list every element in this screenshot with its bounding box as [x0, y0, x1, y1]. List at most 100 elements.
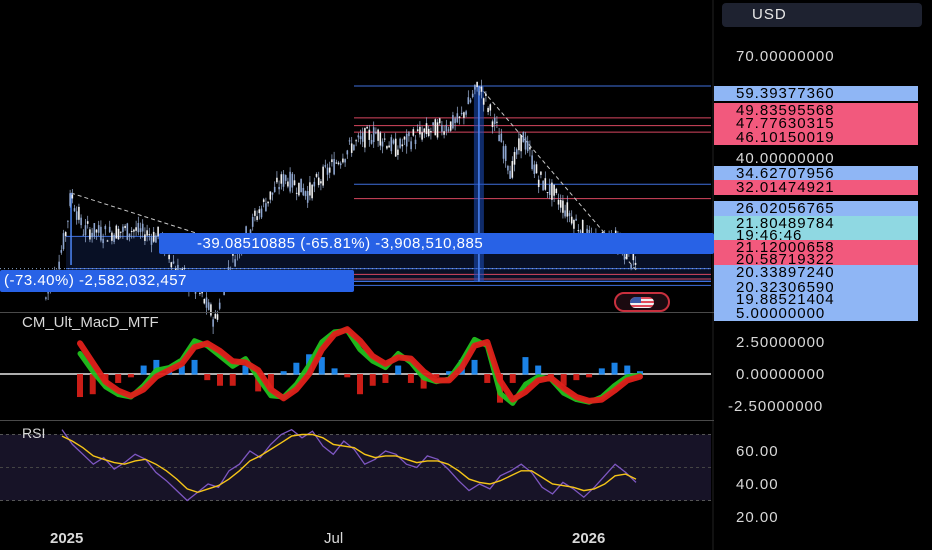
macd-histogram-bar — [191, 359, 198, 375]
candle-body — [348, 140, 351, 142]
candle-body — [119, 231, 122, 233]
candle-body — [293, 180, 296, 186]
price-tag: 59.39377360 — [714, 86, 918, 101]
candle-body — [317, 177, 320, 186]
candle-body — [353, 144, 355, 151]
candle-body — [172, 261, 175, 264]
candle-body — [509, 170, 511, 179]
candle-body — [115, 225, 118, 239]
candle-body — [370, 139, 373, 144]
candle-body — [117, 228, 120, 240]
candle-body — [135, 227, 137, 231]
time-axis-label: 2026 — [572, 530, 606, 547]
candle-body — [544, 178, 547, 190]
currency-button[interactable]: USD — [722, 3, 922, 27]
candle-body — [218, 302, 221, 309]
candle-body — [139, 228, 142, 232]
macd-histogram-bar — [509, 374, 516, 383]
price-tag: 5.00000000 — [714, 306, 918, 321]
macd-indicator-title[interactable]: CM_Ult_MacD_MTF — [22, 314, 159, 331]
candle-body — [150, 237, 153, 245]
candle-body — [430, 131, 432, 133]
candle-body — [234, 259, 236, 267]
candle-body — [381, 141, 384, 147]
candle-body — [412, 129, 415, 136]
candle-body — [155, 235, 157, 243]
candle-body — [126, 223, 129, 240]
candle-body — [64, 232, 67, 237]
candle-body — [302, 187, 305, 196]
candle-body — [306, 191, 309, 203]
pane-separator[interactable] — [0, 312, 714, 313]
candle-body — [262, 199, 265, 202]
macd-histogram-bar — [586, 374, 593, 378]
candle-body — [410, 141, 412, 150]
candle-body — [548, 184, 551, 195]
candle-body — [128, 233, 131, 237]
candle-body — [377, 129, 379, 141]
candle-body — [478, 91, 481, 95]
candle-body — [346, 150, 349, 155]
candle-body — [342, 158, 344, 163]
candle-body — [300, 178, 302, 193]
candle-body — [339, 163, 342, 166]
candle-body — [513, 152, 516, 165]
candle-body — [507, 165, 509, 171]
macd-histogram-bar — [484, 374, 491, 383]
candle-body — [73, 208, 76, 212]
price-tag: 32.01474921 — [714, 180, 918, 195]
candle-body — [467, 97, 470, 105]
candle-body — [328, 167, 331, 173]
candle-body — [111, 232, 113, 241]
candle-body — [273, 186, 276, 193]
macd-histogram-bar — [229, 374, 236, 386]
macd-histogram-bar — [204, 374, 211, 381]
candle-body — [414, 139, 417, 145]
chart-stage: USD 70.00000000 40.00000000 59.39377360 4… — [0, 0, 932, 550]
us-flag-icon[interactable] — [614, 292, 670, 312]
candle-body — [148, 234, 151, 236]
candle-body — [394, 138, 397, 157]
candle-body — [146, 230, 148, 236]
candle-body — [454, 118, 456, 124]
candle-body — [280, 174, 283, 184]
candle-body — [529, 147, 531, 150]
candle-body — [212, 319, 214, 327]
candle-body — [113, 234, 115, 242]
candle-body — [566, 202, 569, 217]
candle-body — [634, 262, 637, 265]
candle-body — [445, 124, 448, 132]
candle-body — [97, 225, 100, 233]
currency-label: USD — [752, 6, 787, 23]
candle-body — [106, 240, 109, 242]
candle-body — [289, 171, 291, 192]
candle-body — [403, 136, 406, 140]
candle-body — [199, 292, 201, 294]
macd-axis-tick: -2.50000000 — [728, 398, 824, 415]
candle-body — [436, 122, 439, 138]
candle-body — [500, 133, 503, 143]
candle-body — [91, 232, 93, 238]
candle-body — [141, 223, 144, 232]
candle-body — [287, 181, 289, 187]
candle-body — [482, 98, 485, 105]
candle-body — [452, 115, 454, 129]
candle-body — [542, 180, 544, 191]
rsi-indicator-title[interactable]: RSI — [22, 425, 45, 441]
macd-histogram-bar — [217, 374, 223, 386]
candle-body — [443, 131, 445, 135]
price-tag: 20.33897240 — [714, 265, 918, 280]
macd-histogram-bar — [382, 374, 389, 383]
candle-body — [498, 135, 500, 142]
candle-body — [216, 314, 219, 320]
candle-body — [100, 226, 102, 241]
candle-body — [254, 210, 256, 216]
candle-body — [344, 159, 346, 163]
candle-body — [104, 226, 107, 230]
price-axis-tick: 70.00000000 — [736, 48, 835, 65]
pane-separator[interactable] — [0, 420, 714, 421]
candle-body — [124, 225, 126, 229]
candle-body — [93, 223, 96, 237]
macd-histogram-bar — [522, 357, 529, 375]
macd-histogram-bar — [140, 365, 147, 375]
